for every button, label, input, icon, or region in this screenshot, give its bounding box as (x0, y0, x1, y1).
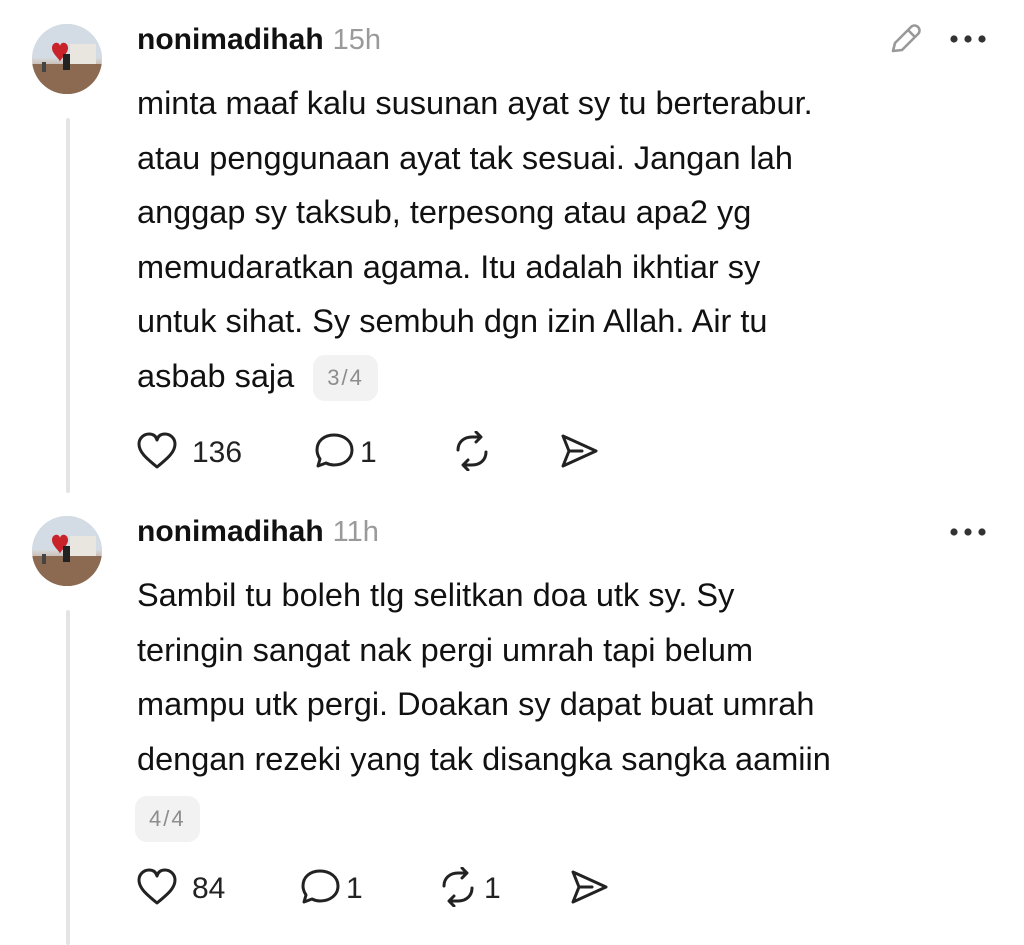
avatar-image (32, 516, 102, 586)
share-button[interactable] (568, 867, 610, 912)
reply-count: 1 (346, 872, 363, 905)
avatar-image (32, 24, 102, 94)
repost-count: 1 (484, 872, 501, 905)
share-icon (558, 431, 600, 476)
username[interactable]: nonimadihah (137, 23, 324, 57)
post-header: nonimadihah 15h (137, 20, 381, 60)
repost-button[interactable] (450, 430, 558, 476)
reply-button[interactable]: 1 (300, 867, 436, 912)
thread-line (66, 118, 70, 493)
post-header: nonimadihah 11h (137, 512, 379, 552)
post-text: minta maaf kalu susunan ayat sy tu berte… (137, 76, 997, 403)
avatar[interactable] (32, 24, 102, 94)
timestamp: 15h (332, 23, 382, 56)
reply-count: 1 (360, 436, 377, 469)
avatar[interactable] (32, 516, 102, 586)
text-line: asbab saja 3/4 (137, 349, 997, 404)
thread-pager-badge: 3/4 (313, 354, 378, 401)
repost-icon (436, 866, 480, 912)
text-line: untuk sihat. Sy sembuh dgn izin Allah. A… (137, 303, 768, 339)
post-text: Sambil tu boleh tlg selitkan doa utk sy.… (137, 568, 997, 786)
like-button[interactable]: 84 (136, 867, 300, 912)
like-count: 136 (192, 436, 243, 469)
thread-pager: 4/4 (135, 796, 200, 842)
timestamp: 11h (332, 515, 379, 548)
text-line: Sambil tu boleh tlg selitkan doa utk sy.… (137, 577, 735, 613)
action-bar: 136 1 (136, 428, 600, 478)
share-icon (568, 867, 610, 912)
text-line: dengan rezeki yang tak disangka sangka a… (137, 740, 831, 777)
reply-icon (300, 867, 342, 912)
share-button[interactable] (558, 431, 600, 476)
more-icon[interactable] (944, 517, 992, 547)
thread-line (66, 610, 70, 945)
heart-icon (136, 431, 178, 476)
more-icon[interactable] (944, 24, 992, 54)
like-button[interactable]: 136 (136, 431, 314, 476)
like-count: 84 (192, 872, 226, 905)
text-line: anggap sy taksub, terpesong atau apa2 yg (137, 194, 752, 230)
text-line: memudaratkan agama. Itu adalah ikhtiar s… (137, 248, 761, 285)
text-line-content: asbab saja (137, 357, 295, 394)
repost-button[interactable]: 1 (436, 866, 568, 912)
thread-pager-badge: 4/4 (135, 796, 200, 842)
text-line: teringin sangat nak pergi umrah tapi bel… (137, 631, 754, 668)
heart-icon (136, 867, 178, 912)
text-line: atau penggunaan ayat tak sesuai. Jangan … (137, 139, 793, 176)
text-line: minta maaf kalu susunan ayat sy tu berte… (137, 85, 813, 121)
action-bar: 84 1 1 (136, 864, 610, 914)
edit-icon[interactable] (884, 18, 926, 60)
text-line: mampu utk pergi. Doakan sy dapat buat um… (137, 686, 815, 722)
reply-icon (314, 431, 356, 476)
repost-icon (450, 430, 494, 476)
reply-button[interactable]: 1 (314, 431, 450, 476)
username[interactable]: nonimadihah (137, 515, 324, 549)
